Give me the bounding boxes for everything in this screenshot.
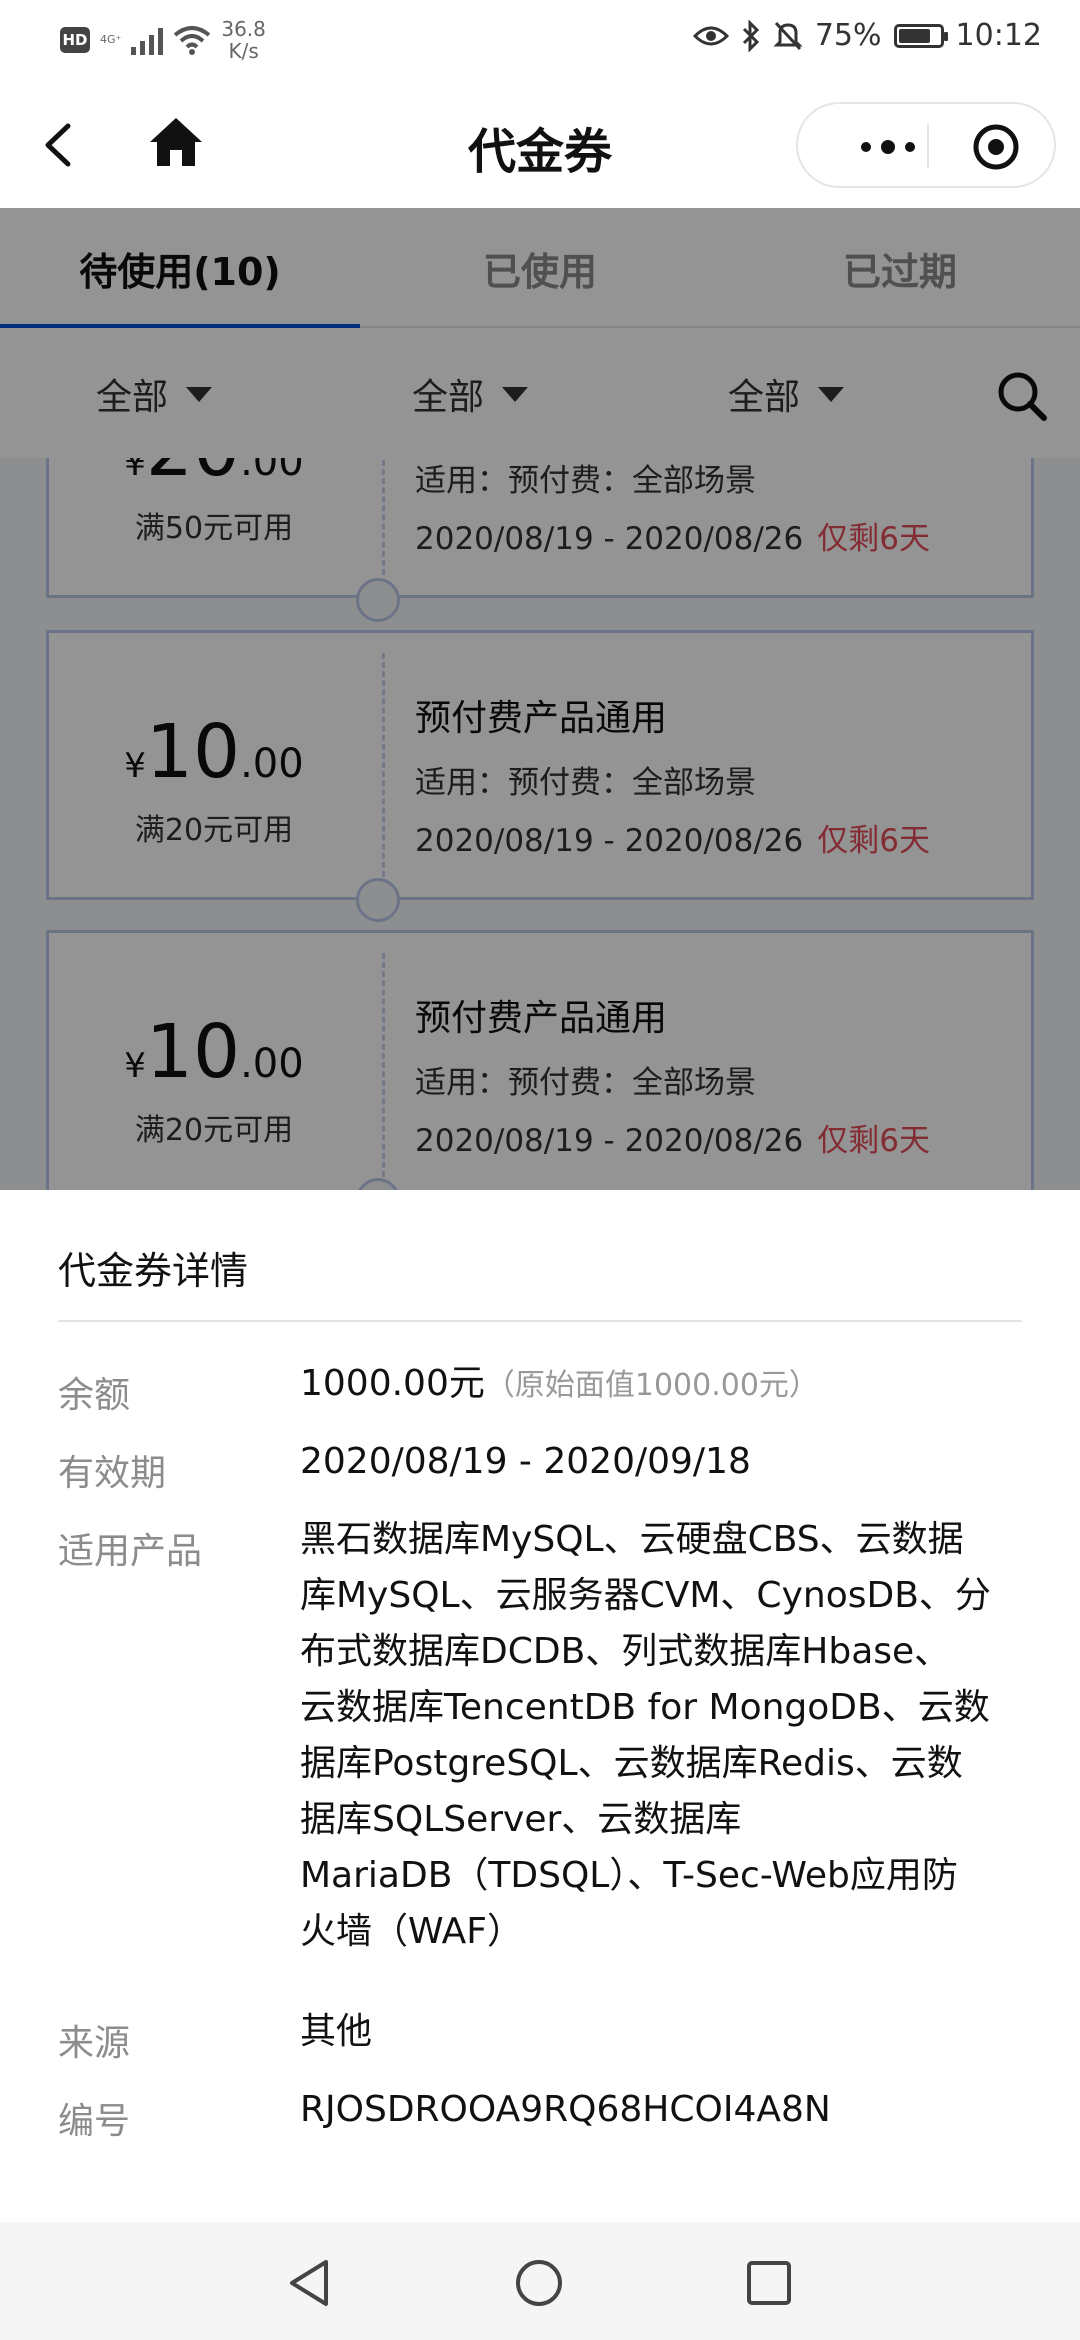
balance-original: （原始面值1000.00元） (484, 1368, 819, 1403)
system-nav-bar (0, 2222, 1080, 2340)
code-value: RJOSDROOA9RQ68HCOI4A8N (300, 2089, 831, 2130)
sheet-divider (58, 1320, 1022, 1322)
balance-value: 1000.00元（原始面值1000.00元） (300, 1356, 1030, 1414)
battery-icon (893, 23, 948, 48)
modal-backdrop[interactable] (0, 208, 1080, 1190)
products-line: 云数据库TencentDB for MongoDB、云数 (300, 1687, 990, 1728)
home-circle-icon[interactable] (514, 2258, 564, 2308)
coupon-detail-sheet: 代金券详情 余额 1000.00元（原始面值1000.00元） 有效期 2020… (0, 1190, 1080, 2222)
miniprogram-capsule (796, 102, 1056, 188)
products-line: 布式数据库DCDB、列式数据库Hbase、 (300, 1631, 951, 1672)
products-line: 火墙（WAF） (300, 1911, 523, 1952)
validity-label: 有效期 (58, 1453, 167, 1494)
status-right: 75% 10:12 (692, 18, 1042, 53)
wifi-icon (174, 26, 211, 55)
products-line: 黑石数据库MySQL、云硬盘CBS、云数据 (300, 1519, 964, 1560)
hd-badge: HD (60, 27, 90, 53)
products-line: 据库SQLServer、云数据库 (300, 1799, 742, 1840)
source-label: 来源 (58, 2023, 131, 2064)
balance-amount: 1000.00元 (300, 1363, 485, 1404)
network-speed: 36.8 K/s (221, 18, 266, 62)
capsule-divider (927, 124, 929, 168)
more-icon[interactable] (838, 129, 938, 165)
bluetooth-icon (742, 19, 759, 52)
status-bar: HD 4G⁺ 36.8 K/s 75% 10:12 (0, 0, 1080, 82)
speed-unit: K/s (228, 39, 259, 63)
source-value: 其他 (300, 2011, 373, 2052)
products-value: 黑石数据库MySQL、云硬盘CBS、云数据 库MySQL、云服务器CVM、Cyn… (300, 1512, 1030, 1960)
status-left: HD 4G⁺ 36.8 K/s (60, 18, 266, 62)
code-label: 编号 (58, 2101, 131, 2142)
bell-muted-icon (773, 21, 803, 50)
signal-icon (131, 25, 164, 55)
nav-bar: 代金券 (0, 82, 1080, 208)
sheet-title: 代金券详情 (58, 1249, 249, 1293)
recents-square-icon[interactable] (746, 2260, 792, 2306)
balance-label: 余额 (58, 1375, 131, 1416)
products-line: 库MySQL、云服务器CVM、CynosDB、分 (300, 1575, 991, 1616)
products-label: 适用产品 (58, 1531, 203, 1572)
products-line: 据库PostgreSQL、云数据库Redis、云数 (300, 1743, 963, 1784)
speed-value: 36.8 (221, 17, 266, 41)
close-miniprogram-icon[interactable] (972, 123, 1020, 171)
back-triangle-icon[interactable] (286, 2258, 332, 2308)
network-type: 4G⁺ (100, 33, 122, 46)
battery-percent: 75% (814, 18, 882, 53)
clock: 10:12 (955, 18, 1042, 53)
eye-icon (692, 26, 729, 45)
products-line: MariaDB（TDSQL）、T-Sec-Web应用防 (300, 1855, 958, 1896)
validity-value: 2020/08/19 - 2020/09/18 (300, 1441, 751, 1482)
